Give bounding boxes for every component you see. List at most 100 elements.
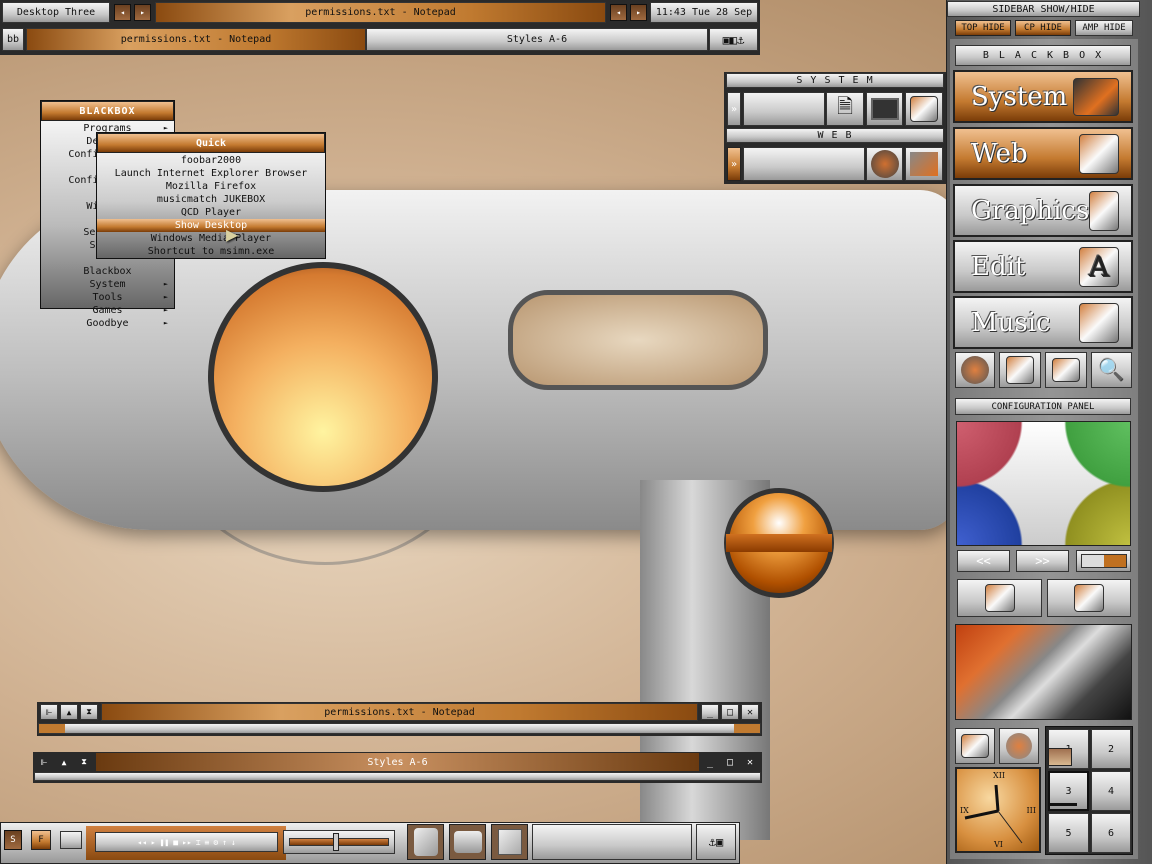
stick-button[interactable]: ⧗ [80,704,98,720]
next-theme-button[interactable]: >> [1016,550,1069,572]
network-globe-icon[interactable] [905,147,943,181]
tray-icon[interactable]: ▣◧⚓ [723,33,745,47]
globe-icon[interactable] [866,147,903,181]
window-menu-button[interactable]: ⊩ [40,704,58,720]
workspace-6[interactable]: 6 [1091,813,1131,853]
folder-tools-icon[interactable] [905,92,943,126]
playlist-icon[interactable]: ≡ [205,838,210,847]
media-controls: ◂◂ ▸ ❚❚ ■ ▸▸ ⌶ ≡ ⚙ ↑ ↓ [95,832,278,852]
menu-title: BLACKBOX [41,101,174,121]
amp-hide-button[interactable]: AMP HIDE [1075,20,1133,36]
menu-item-games[interactable]: Games ► [41,304,174,317]
section-label: Web [971,138,1028,169]
web-folder-icon [1079,133,1119,174]
section-graphics-button[interactable]: Graphics [953,184,1133,237]
play-icon[interactable]: ▸ [151,838,156,847]
submenu-item[interactable]: musicmatch JUKEBOX [97,193,325,206]
prev-window-button[interactable]: ◂ [610,4,627,21]
pause-icon[interactable]: ❚❚ [160,838,170,847]
cp-hide-button[interactable]: CP HIDE [1015,20,1071,36]
rewind-icon[interactable]: ◂◂ [137,838,147,847]
web-expand-button[interactable]: » [727,147,741,181]
browser-icon[interactable] [955,352,995,388]
shade-button[interactable]: ▲ [60,704,78,720]
theme-toggle[interactable] [1076,550,1131,572]
stick-button[interactable]: ⧗ [76,755,92,769]
workspace-5[interactable]: 5 [1048,813,1089,853]
top-hide-button[interactable]: TOP HIDE [955,20,1011,36]
submenu-item[interactable]: Windows Media Player [97,232,325,245]
workspace-2[interactable]: 2 [1091,729,1131,769]
workspace-label[interactable]: Desktop Three [2,2,110,23]
tray-icons[interactable]: ⚓▣ [696,824,736,860]
system-title: S Y S T E M [726,73,944,88]
section-web-button[interactable]: Web [953,127,1133,180]
web-publish-icon[interactable] [999,728,1039,764]
computer-icon[interactable] [407,824,444,860]
submenu-item[interactable]: Mozilla Firefox [97,180,325,193]
forward-icon[interactable]: ▸▸ [182,838,192,847]
maximize-button[interactable]: □ [721,704,739,720]
drive-icon[interactable] [449,824,486,860]
menu-item-label: Blackbox [83,266,132,277]
minimize-button[interactable]: _ [701,704,719,720]
window-button[interactable] [60,831,82,849]
task-notepad[interactable]: permissions.txt - Notepad [26,28,366,51]
volume-slider-thumb[interactable] [333,833,339,851]
window-menu-button[interactable]: ⊩ [36,755,52,769]
folder-icon[interactable] [955,728,995,764]
task-styles[interactable]: Styles A-6 [366,28,708,51]
volume-up-icon[interactable]: ↑ [222,838,227,847]
monitor-icon[interactable] [866,92,903,126]
window-handle[interactable] [34,772,761,781]
section-label: Edit [971,251,1026,282]
section-edit-button[interactable]: Edit A [953,240,1133,293]
workspace-4[interactable]: 4 [1091,771,1131,811]
s-button[interactable]: S [4,830,22,850]
submenu-item[interactable]: Shortcut to msimn.exe [97,245,325,258]
menu-item-goodbye[interactable]: Goodbye ► [41,317,174,330]
drive-icon[interactable] [1045,352,1087,388]
options-icon[interactable]: ⚙ [213,838,218,847]
submenu-item-selected[interactable]: Show Desktop [97,219,325,232]
window-handle[interactable] [38,723,761,734]
styles-title[interactable]: Styles A-6 [96,753,699,771]
menu-item-system[interactable]: System ► [41,278,174,291]
section-system-button[interactable]: System [953,70,1133,123]
stop-icon[interactable]: ■ [173,838,178,847]
prev-workspace-button[interactable]: ◂ [114,4,131,21]
tools-folder-icon[interactable] [999,352,1041,388]
skull-folder-icon[interactable] [957,579,1042,617]
shade-button[interactable]: ▲ [56,755,72,769]
menu-item[interactable]: Blackbox [41,265,174,278]
close-button[interactable]: ✕ [741,755,759,769]
submenu-item[interactable]: QCD Player [97,206,325,219]
color-theme-preview[interactable] [956,421,1131,546]
maximize-button[interactable]: □ [721,755,739,769]
prev-theme-button[interactable]: << [957,550,1010,572]
submenu-item[interactable]: Launch Internet Explorer Browser [97,167,325,180]
system-expand-button[interactable]: » [727,92,741,126]
pager-window-thumb [1048,748,1072,766]
document-icon[interactable]: 🗎 [826,92,864,126]
menu-item-label: Tools [92,292,123,303]
next-workspace-button[interactable]: ▸ [134,4,151,21]
documents-icon[interactable] [491,824,528,860]
settings-folder-icon[interactable] [1047,579,1131,617]
submenu-arrow-icon: ► [163,306,168,314]
menu-item-tools[interactable]: Tools ► [41,291,174,304]
search-icon[interactable]: 🔍 [1091,352,1132,388]
submenu-item[interactable]: foobar2000 [97,154,325,167]
toolbar-window-title[interactable]: permissions.txt - Notepad [155,2,606,23]
volume-slider[interactable] [283,830,395,854]
close-button[interactable]: ✕ [741,704,759,720]
notepad-title[interactable]: permissions.txt - Notepad [101,703,698,721]
eject-icon[interactable]: ⌶ [196,838,201,847]
bb-label[interactable]: bb [2,28,24,51]
system-tray[interactable]: ▣◧⚓ [709,28,758,51]
section-music-button[interactable]: Music [953,296,1133,349]
minimize-button[interactable]: _ [701,755,719,769]
volume-down-icon[interactable]: ↓ [231,838,236,847]
f-button[interactable]: F [31,830,51,850]
next-window-button[interactable]: ▸ [630,4,647,21]
